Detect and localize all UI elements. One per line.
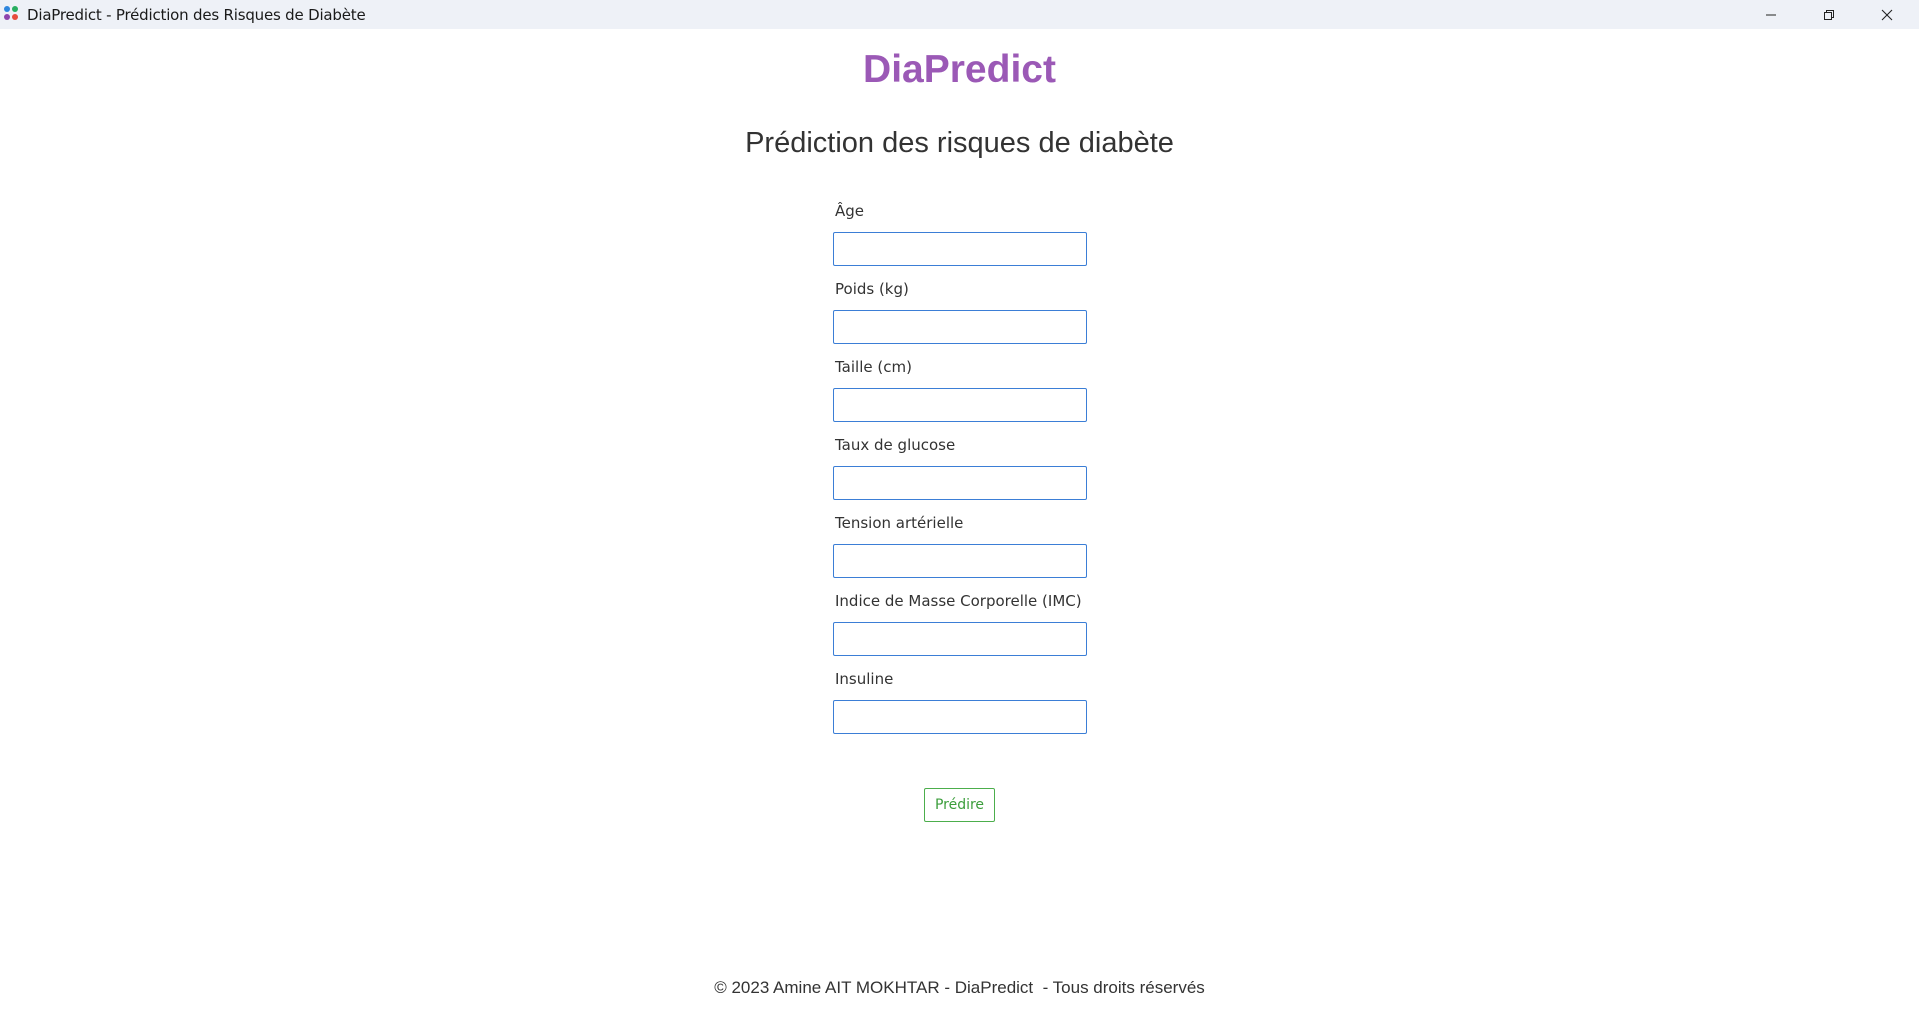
prediction-form: Âge Poids (kg) Taille (cm) Taux de gluco… <box>833 198 1087 744</box>
field-bmi: Indice de Masse Corporelle (IMC) <box>833 588 1087 666</box>
minimize-button[interactable] <box>1742 0 1800 29</box>
age-input[interactable] <box>833 232 1087 266</box>
restore-button[interactable] <box>1800 0 1858 29</box>
window-title: DiaPredict - Prédiction des Risques de D… <box>27 6 366 24</box>
close-icon <box>1881 9 1893 20</box>
field-blood-pressure: Tension artérielle <box>833 510 1087 588</box>
field-height: Taille (cm) <box>833 354 1087 432</box>
weight-label: Poids (kg) <box>835 280 909 298</box>
minimize-icon <box>1766 14 1776 15</box>
window-titlebar: DiaPredict - Prédiction des Risques de D… <box>0 0 1919 29</box>
field-glucose: Taux de glucose <box>833 432 1087 510</box>
blood-pressure-label: Tension artérielle <box>835 514 964 532</box>
field-insulin: Insuline <box>833 666 1087 744</box>
bmi-input[interactable] <box>833 622 1087 656</box>
age-label: Âge <box>835 202 865 220</box>
glucose-label: Taux de glucose <box>835 436 956 454</box>
page-title: Prédiction des risques de diabète <box>745 127 1174 159</box>
height-label: Taille (cm) <box>835 358 912 376</box>
brand-title: DiaPredict <box>863 48 1056 91</box>
field-weight: Poids (kg) <box>833 276 1087 354</box>
weight-input[interactable] <box>833 310 1087 344</box>
restore-icon <box>1824 9 1834 20</box>
insulin-input[interactable] <box>833 700 1087 734</box>
height-input[interactable] <box>833 388 1087 422</box>
blood-pressure-input[interactable] <box>833 544 1087 578</box>
glucose-input[interactable] <box>833 466 1087 500</box>
field-age: Âge <box>833 198 1087 276</box>
bmi-label: Indice de Masse Corporelle (IMC) <box>835 592 1082 610</box>
predict-button[interactable]: Prédire <box>924 788 995 822</box>
insulin-label: Insuline <box>835 670 894 688</box>
footer-copyright: © 2023 Amine AIT MOKHTAR - DiaPredict - … <box>714 978 1205 997</box>
app-logo-icon <box>4 6 20 22</box>
close-button[interactable] <box>1858 0 1916 29</box>
